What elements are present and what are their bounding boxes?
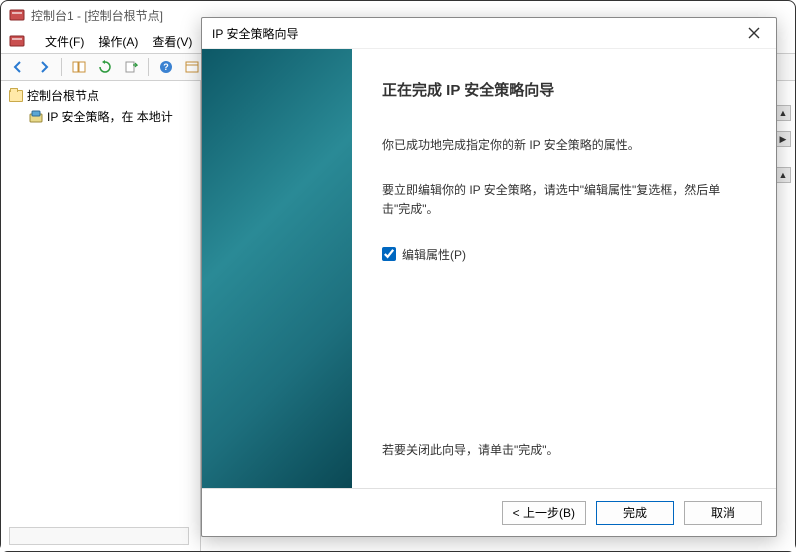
- edit-properties-checkbox[interactable]: 编辑属性(P): [382, 246, 746, 263]
- wizard-side-graphic: [202, 49, 352, 488]
- wizard-text-2: 要立即编辑你的 IP 安全策略，请选中"编辑属性"复选框，然后单击"完成"。: [382, 181, 746, 219]
- menu-file[interactable]: 文件(F): [45, 33, 84, 50]
- folder-icon: [9, 90, 23, 102]
- scroll-down-button[interactable]: ▶: [775, 131, 791, 147]
- scroll-up-button[interactable]: ▲: [775, 105, 791, 121]
- app-icon-small: [9, 33, 25, 49]
- tree-child-node[interactable]: IP 安全策略，在 本地计: [5, 106, 196, 127]
- policy-icon: [29, 110, 43, 124]
- menu-view[interactable]: 查看(V): [152, 33, 192, 50]
- dialog-footer: < 上一步(B) 完成 取消: [202, 488, 776, 536]
- close-icon: [748, 27, 760, 39]
- help-button[interactable]: ?: [155, 56, 177, 78]
- nav-forward-button[interactable]: [33, 56, 55, 78]
- nav-back-button[interactable]: [7, 56, 29, 78]
- toolbar-divider: [61, 58, 62, 76]
- show-hide-tree-button[interactable]: [68, 56, 90, 78]
- wizard-footer-hint: 若要关闭此向导，请单击"完成"。: [382, 441, 559, 458]
- tree-root-node[interactable]: 控制台根节点: [5, 85, 196, 106]
- dialog-title: IP 安全策略向导: [212, 25, 298, 42]
- menu-action[interactable]: 操作(A): [98, 33, 138, 50]
- toolbar-divider: [148, 58, 149, 76]
- dialog-titlebar: IP 安全策略向导: [202, 18, 776, 48]
- refresh-button[interactable]: [94, 56, 116, 78]
- finish-button[interactable]: 完成: [596, 501, 674, 525]
- edit-properties-label: 编辑属性(P): [402, 246, 466, 263]
- cancel-button[interactable]: 取消: [684, 501, 762, 525]
- wizard-heading: 正在完成 IP 安全策略向导: [382, 79, 746, 100]
- export-list-button[interactable]: [120, 56, 142, 78]
- toolbar-extra-button[interactable]: [181, 56, 203, 78]
- status-bar: [9, 527, 189, 545]
- app-icon: [9, 7, 25, 23]
- close-button[interactable]: [742, 21, 766, 45]
- wizard-text-1: 你已成功地完成指定你的新 IP 安全策略的属性。: [382, 136, 746, 155]
- tree-root-label: 控制台根节点: [27, 87, 99, 104]
- wizard-content: 正在完成 IP 安全策略向导 你已成功地完成指定你的新 IP 安全策略的属性。 …: [352, 49, 776, 488]
- tree-child-label: IP 安全策略，在 本地计: [47, 108, 173, 125]
- dialog-body: 正在完成 IP 安全策略向导 你已成功地完成指定你的新 IP 安全策略的属性。 …: [202, 48, 776, 488]
- scroll-up-button-2[interactable]: ▲: [775, 167, 791, 183]
- svg-text:?: ?: [163, 62, 169, 72]
- back-button[interactable]: < 上一步(B): [502, 501, 586, 525]
- edit-properties-checkbox-input[interactable]: [382, 247, 396, 261]
- window-title: 控制台1 - [控制台根节点]: [31, 7, 163, 24]
- mmc-main-window: 控制台1 - [控制台根节点] 文件(F) 操作(A) 查看(V) ? 控制台根…: [0, 0, 796, 552]
- ip-security-wizard-dialog: IP 安全策略向导 正在完成 IP 安全策略向导 你已成功地完成指定你的新 IP…: [201, 17, 777, 537]
- tree-panel: 控制台根节点 IP 安全策略，在 本地计: [1, 81, 201, 551]
